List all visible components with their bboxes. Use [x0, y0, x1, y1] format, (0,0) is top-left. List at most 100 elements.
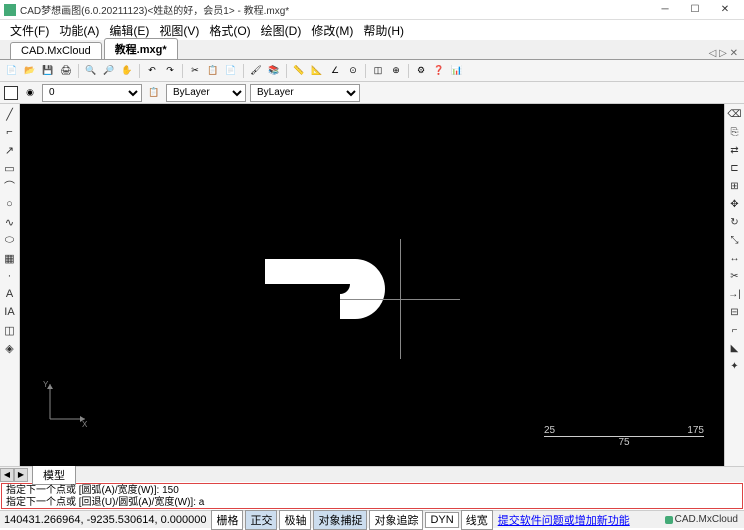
close-button[interactable]: ✕ — [710, 1, 740, 19]
new-icon[interactable]: 📄 — [4, 63, 20, 79]
polar-toggle[interactable]: 极轴 — [279, 510, 311, 530]
undo-icon[interactable]: ↶ — [144, 63, 160, 79]
draw-toolbar: ╱ ⌐ ↗ ▭ ⌒ ○ ∿ ⬭ ▦ · A IA ◫ ◈ — [0, 104, 20, 466]
lineweight-toggle[interactable]: 线宽 — [461, 510, 493, 530]
point-tool-icon[interactable]: · — [2, 268, 18, 284]
offset-tool-icon[interactable]: ⊏ — [727, 160, 743, 176]
region-tool-icon[interactable]: ◈ — [2, 340, 18, 356]
menu-file[interactable]: 文件(F) — [6, 21, 53, 40]
match-props-icon[interactable]: 🖌 — [248, 63, 264, 79]
print-icon[interactable]: 🖨 — [58, 63, 74, 79]
window-title: CAD梦想画图(6.0.20211123)<姓赵的好，会员1> - 教程.mxg… — [20, 2, 650, 17]
crosshair-vertical — [400, 239, 401, 359]
grid-toggle[interactable]: 栅格 — [211, 510, 243, 530]
text-tool-icon[interactable]: A — [2, 286, 18, 302]
main-area: ╱ ⌐ ↗ ▭ ⌒ ○ ∿ ⬭ ▦ · A IA ◫ ◈ Y X — [0, 104, 744, 466]
svg-text:X: X — [82, 420, 88, 429]
ortho-toggle[interactable]: 正交 — [245, 510, 277, 530]
copy-icon[interactable]: 📋 — [205, 63, 221, 79]
dim-radius-icon[interactable]: ⊙ — [345, 63, 361, 79]
help-icon[interactable]: ❓ — [431, 63, 447, 79]
layer-combo[interactable]: 0 — [42, 84, 142, 102]
cut-icon[interactable]: ✂ — [187, 63, 203, 79]
dyn-toggle[interactable]: DYN — [425, 512, 458, 528]
circle-tool-icon[interactable]: ○ — [2, 196, 18, 212]
menu-help[interactable]: 帮助(H) — [359, 21, 408, 40]
command-prompt-line: 指定下一个点或 [回退(U)/圆弧(A)/宽度(W)]: a — [6, 497, 738, 509]
linetype-combo[interactable]: ByLayer — [166, 84, 246, 102]
spline-tool-icon[interactable]: ∿ — [2, 214, 18, 230]
dim-angular-icon[interactable]: ∠ — [327, 63, 343, 79]
model-tab[interactable]: 模型 — [32, 465, 76, 485]
explode-tool-icon[interactable]: ✦ — [727, 358, 743, 374]
layers-icon[interactable]: 📚 — [266, 63, 282, 79]
tab-cloud[interactable]: CAD.MxCloud — [10, 42, 102, 59]
ellipse-tool-icon[interactable]: ⬭ — [2, 232, 18, 248]
zoom-window-icon[interactable]: 🔎 — [101, 63, 117, 79]
break-tool-icon[interactable]: ⊟ — [727, 304, 743, 320]
osnap-toggle[interactable]: 对象捕捉 — [313, 510, 367, 530]
measure-icon[interactable]: 📊 — [449, 63, 465, 79]
fillet-tool-icon[interactable]: ⌐ — [727, 322, 743, 338]
scale-tool-icon[interactable]: ⤡ — [727, 232, 743, 248]
scroll-right-icon[interactable]: ▶ — [14, 468, 28, 482]
feedback-link[interactable]: 提交软件问题或增加新功能 — [494, 512, 634, 528]
zoom-extents-icon[interactable]: 🔍 — [83, 63, 99, 79]
dim-aligned-icon[interactable]: 📐 — [309, 63, 325, 79]
array-tool-icon[interactable]: ⊞ — [727, 178, 743, 194]
rectangle-tool-icon[interactable]: ▭ — [2, 160, 18, 176]
polyline-tool-icon[interactable]: ⌐ — [2, 124, 18, 140]
menu-modify[interactable]: 修改(M) — [307, 21, 357, 40]
title-bar: CAD梦想画图(6.0.20211123)<姓赵的好，会员1> - 教程.mxg… — [0, 0, 744, 20]
tab-controls[interactable]: ◁ ▷ ✕ — [709, 48, 744, 59]
block-icon[interactable]: ◫ — [370, 63, 386, 79]
dim-linear-icon[interactable]: 📏 — [291, 63, 307, 79]
menu-edit[interactable]: 编辑(E) — [105, 21, 153, 40]
otrack-toggle[interactable]: 对象追踪 — [369, 510, 423, 530]
redo-icon[interactable]: ↷ — [162, 63, 178, 79]
move-tool-icon[interactable]: ✥ — [727, 196, 743, 212]
save-icon[interactable]: 💾 — [40, 63, 56, 79]
trim-tool-icon[interactable]: ✂ — [727, 268, 743, 284]
menu-view[interactable]: 视图(V) — [155, 21, 203, 40]
ucs-icon: Y X — [40, 379, 90, 431]
mtext-tool-icon[interactable]: IA — [2, 304, 18, 320]
properties-icon[interactable]: ⚙ — [413, 63, 429, 79]
line-tool-icon[interactable]: ╱ — [2, 106, 18, 122]
pan-icon[interactable]: ✋ — [119, 63, 135, 79]
mirror-tool-icon[interactable]: ⇄ — [727, 142, 743, 158]
menu-func[interactable]: 功能(A) — [55, 21, 103, 40]
layer-manager-icon[interactable]: 📋 — [146, 85, 162, 101]
polyline-shape — [260, 239, 420, 329]
block-tool-icon[interactable]: ◫ — [2, 322, 18, 338]
scroll-left-icon[interactable]: ◀ — [0, 468, 14, 482]
status-bar: 140431.266964, -9235.530614, 0.000000 栅格… — [0, 510, 744, 528]
rotate-tool-icon[interactable]: ↻ — [727, 214, 743, 230]
open-icon[interactable]: 📂 — [22, 63, 38, 79]
chamfer-tool-icon[interactable]: ◣ — [727, 340, 743, 356]
stretch-tool-icon[interactable]: ↔ — [727, 250, 743, 266]
document-tab-bar: CAD.MxCloud 教程.mxg* ◁ ▷ ✕ — [0, 40, 744, 60]
tab-document[interactable]: 教程.mxg* — [104, 38, 178, 59]
erase-tool-icon[interactable]: ⌫ — [727, 106, 743, 122]
command-window[interactable]: 指定下一个点或 [圆弧(A)/宽度(W)]: 150 指定下一个点或 [回退(U… — [1, 483, 743, 509]
menu-format[interactable]: 格式(O) — [205, 21, 254, 40]
arc-tool-icon[interactable]: ⌒ — [2, 178, 18, 194]
brand-label: CAD.MxCloud — [659, 514, 744, 525]
command-history-line: 指定下一个点或 [圆弧(A)/宽度(W)]: 150 — [6, 485, 738, 497]
layer-state-icon[interactable]: ◉ — [22, 85, 38, 101]
paste-icon[interactable]: 📄 — [223, 63, 239, 79]
copy-tool-icon[interactable]: ⎘ — [727, 124, 743, 140]
xline-tool-icon[interactable]: ↗ — [2, 142, 18, 158]
properties-toolbar: ◉ 0 📋 ByLayer ByLayer — [0, 82, 744, 104]
drawing-canvas[interactable]: Y X 25175 75 — [20, 104, 724, 466]
hatch-tool-icon[interactable]: ▦ — [2, 250, 18, 266]
maximize-button[interactable]: ☐ — [680, 1, 710, 19]
menu-draw[interactable]: 绘图(D) — [257, 21, 306, 40]
extend-tool-icon[interactable]: →| — [727, 286, 743, 302]
insert-icon[interactable]: ⊕ — [388, 63, 404, 79]
minimize-button[interactable]: ─ — [650, 1, 680, 19]
lineweight-combo[interactable]: ByLayer — [250, 84, 360, 102]
coordinates-display[interactable]: 140431.266964, -9235.530614, 0.000000 — [0, 514, 210, 526]
color-swatch[interactable] — [4, 86, 18, 100]
